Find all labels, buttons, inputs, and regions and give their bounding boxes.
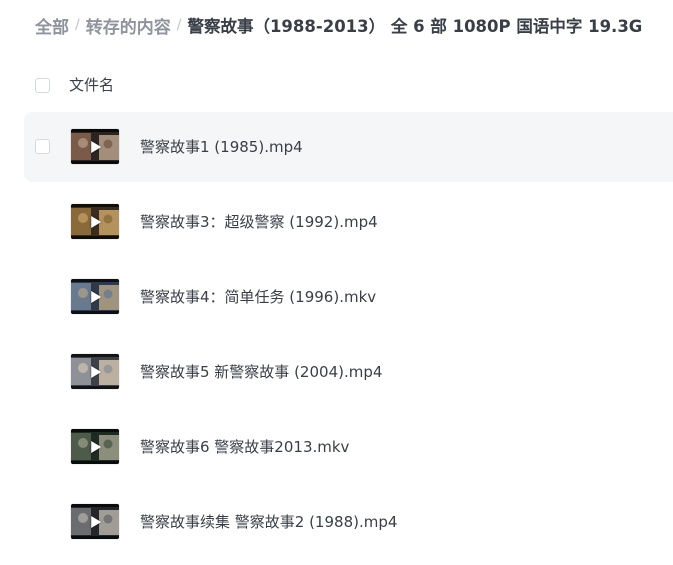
file-row[interactable]: 警察故事6 警察故事2013.mkv bbox=[24, 412, 673, 482]
select-all-checkbox[interactable] bbox=[35, 78, 50, 93]
video-thumbnail[interactable] bbox=[71, 354, 119, 389]
breadcrumb: 全部 / 转存的内容 / 警察故事（1988-2013） 全 6 部 1080P… bbox=[35, 11, 642, 39]
list-header: 文件名 bbox=[0, 60, 673, 110]
file-name[interactable]: 警察故事5 新警察故事 (2004).mp4 bbox=[140, 361, 382, 382]
row-checkbox[interactable] bbox=[35, 139, 50, 154]
breadcrumb-separator: / bbox=[75, 17, 80, 33]
file-name[interactable]: 警察故事3：超级警察 (1992).mp4 bbox=[140, 211, 378, 232]
filename-column-header[interactable]: 文件名 bbox=[69, 74, 114, 95]
video-thumbnail[interactable] bbox=[71, 204, 119, 239]
play-icon bbox=[91, 440, 102, 453]
file-name[interactable]: 警察故事1 (1985).mp4 bbox=[140, 136, 303, 157]
play-icon bbox=[91, 515, 102, 528]
play-icon bbox=[91, 140, 102, 153]
video-thumbnail[interactable] bbox=[71, 504, 119, 539]
file-row[interactable]: 警察故事3：超级警察 (1992).mp4 bbox=[24, 187, 673, 257]
play-icon bbox=[91, 365, 102, 378]
file-name[interactable]: 警察故事6 警察故事2013.mkv bbox=[140, 436, 349, 457]
video-thumbnail[interactable] bbox=[71, 429, 119, 464]
breadcrumb-all[interactable]: 全部 bbox=[35, 13, 69, 38]
file-row[interactable]: 警察故事4：简单任务 (1996).mkv bbox=[24, 262, 673, 332]
file-browser: 全部 / 转存的内容 / 警察故事（1988-2013） 全 6 部 1080P… bbox=[0, 0, 673, 565]
breadcrumb-current-folder: 警察故事（1988-2013） 全 6 部 1080P 国语中字 19.3G bbox=[187, 17, 643, 36]
breadcrumb-saved-content[interactable]: 转存的内容 bbox=[86, 13, 171, 38]
file-name[interactable]: 警察故事4：简单任务 (1996).mkv bbox=[140, 286, 376, 307]
file-row[interactable]: 警察故事续集 警察故事2 (1988).mp4 bbox=[24, 487, 673, 557]
video-thumbnail[interactable] bbox=[71, 279, 119, 314]
file-row[interactable]: 警察故事1 (1985).mp4 bbox=[24, 112, 673, 182]
file-name[interactable]: 警察故事续集 警察故事2 (1988).mp4 bbox=[140, 511, 397, 532]
video-thumbnail[interactable] bbox=[71, 129, 119, 164]
file-row[interactable]: 警察故事5 新警察故事 (2004).mp4 bbox=[24, 337, 673, 407]
breadcrumb-separator: / bbox=[176, 17, 182, 33]
play-icon bbox=[91, 290, 102, 303]
play-icon bbox=[91, 215, 102, 228]
